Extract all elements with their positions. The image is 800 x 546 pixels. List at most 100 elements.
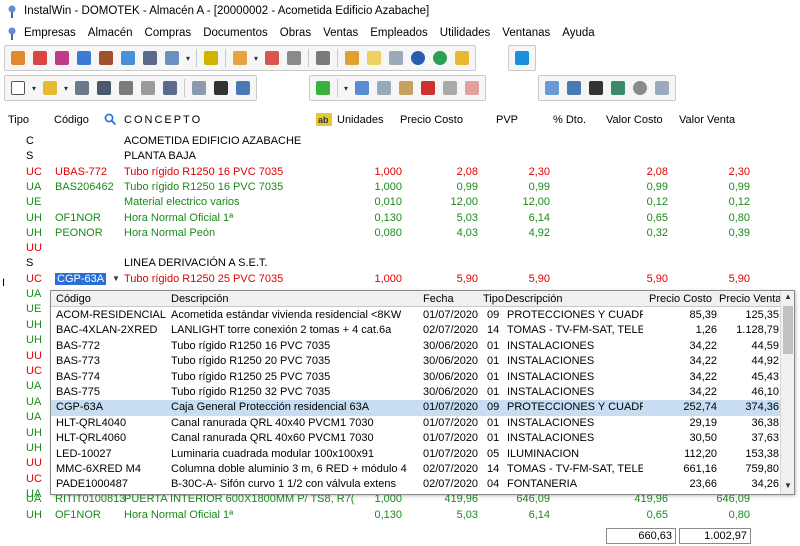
- cell-valor-venta[interactable]: 2,30: [690, 166, 750, 178]
- settings-button[interactable]: [630, 78, 650, 98]
- cell-valor-costo[interactable]: 5,90: [610, 273, 668, 285]
- preview-button[interactable]: [386, 48, 406, 68]
- grid-row[interactable]: UC CGP-63A Tubo rígido R1250 25 PVC 7035 1,…: [0, 272, 800, 287]
- cell-tipo[interactable]: UH: [26, 509, 42, 521]
- eraser-button[interactable]: [462, 78, 482, 98]
- code-dropdown-arrow-icon[interactable]: ▼: [112, 274, 120, 283]
- cell-concepto[interactable]: Hora Normal Oficial 1ª: [124, 509, 233, 521]
- cell-concepto[interactable]: Tubo rígido R1250 16 PVC 7035: [124, 166, 283, 178]
- undo-edit-button[interactable]: [440, 78, 460, 98]
- columns-button[interactable]: [586, 78, 606, 98]
- calendar-button[interactable]: [262, 48, 282, 68]
- toolbar-dropdown-arrow[interactable]: ▾: [251, 48, 261, 68]
- grid-row[interactable]: UA BAS206462 Tubo rígido R1250 16 PVC 7035…: [0, 180, 800, 195]
- lookup-header-tipo-descripcion[interactable]: Descripción: [505, 293, 562, 305]
- stock-button[interactable]: [96, 48, 116, 68]
- cell-tipo[interactable]: S: [26, 257, 33, 269]
- header-dto[interactable]: % Dto.: [553, 114, 586, 126]
- cell-valor-costo[interactable]: 0,12: [610, 196, 668, 208]
- cell-concepto[interactable]: Hora Normal Peón: [124, 227, 215, 239]
- header-concepto[interactable]: CONCEPTO: [124, 114, 202, 126]
- open-button[interactable]: [40, 78, 60, 98]
- cell-tipo[interactable]: UH: [26, 427, 42, 439]
- cell-tipo[interactable]: C: [26, 135, 34, 147]
- cell-precio-costo[interactable]: 5,03: [412, 212, 478, 224]
- cell-tipo[interactable]: UA: [26, 396, 41, 408]
- cut-button[interactable]: [352, 78, 372, 98]
- notes-button[interactable]: [364, 48, 384, 68]
- grid-row[interactable]: UU: [0, 241, 800, 256]
- cell-pvp[interactable]: 6,14: [494, 212, 550, 224]
- header-codigo[interactable]: Código: [54, 114, 89, 126]
- network-button[interactable]: [74, 48, 94, 68]
- grid-row[interactable]: UH OF1NOR Hora Normal Oficial 1ª 0,130 5,03 6…: [0, 508, 800, 523]
- cell-concepto[interactable]: ACOMETIDA EDIFICIO AZABACHE: [124, 135, 301, 147]
- grid-row[interactable]: UH OF1NOR Hora Normal Oficial 1ª 0,130 5,03 6…: [0, 211, 800, 226]
- grid-row[interactable]: UH PEONOR Hora Normal Peón 0,080 4,03 4,92 0,3…: [0, 226, 800, 241]
- cell-valor-costo[interactable]: 0,65: [610, 212, 668, 224]
- cell-tipo[interactable]: UC: [26, 365, 42, 377]
- cell-unidades[interactable]: 1,000: [338, 273, 402, 285]
- cell-pvp[interactable]: 4,92: [494, 227, 550, 239]
- form-button[interactable]: [160, 78, 180, 98]
- cell-tipo[interactable]: S: [26, 150, 33, 162]
- cell-concepto[interactable]: LINEA DERIVACIÓN A S.E.T.: [124, 257, 267, 269]
- cell-precio-costo[interactable]: 5,90: [412, 273, 478, 285]
- cell-unidades[interactable]: 0,080: [338, 227, 402, 239]
- app-menu-icon[interactable]: [6, 26, 18, 40]
- view-button[interactable]: [542, 78, 562, 98]
- lookup-header-tipo[interactable]: Tipo: [483, 293, 504, 305]
- cell-pvp[interactable]: 2,30: [494, 166, 550, 178]
- cell-precio-costo[interactable]: 0,99: [412, 181, 478, 193]
- lookup-item[interactable]: BAC-4XLAN-2XRED LANLIGHT torre conexión 2…: [51, 323, 781, 338]
- paste-button[interactable]: [396, 78, 416, 98]
- cell-tipo[interactable]: UU: [26, 457, 42, 469]
- menu-ayuda[interactable]: Ayuda: [562, 27, 594, 39]
- cell-valor-venta[interactable]: 0,80: [690, 212, 750, 224]
- lookup-item[interactable]: PADE1000487 B-30C-A- Sifón curvo 1 1/2 co…: [51, 477, 781, 492]
- cell-codigo[interactable]: CGP-63A: [55, 272, 107, 285]
- cell-valor-venta[interactable]: 0,80: [690, 509, 750, 521]
- cell-unidades[interactable]: 0,010: [338, 196, 402, 208]
- config-button[interactable]: [189, 78, 209, 98]
- save-button[interactable]: [94, 78, 114, 98]
- lookup-item[interactable]: MMC-6XRED M4 Columna doble aluminio 3 m, …: [51, 462, 781, 477]
- cell-concepto[interactable]: Material electrico varios: [124, 196, 240, 208]
- print-button[interactable]: [116, 78, 136, 98]
- cell-valor-venta[interactable]: 5,90: [690, 273, 750, 285]
- lookup-item[interactable]: HLT-QRL4060 Canal ranurada QRL 40x60 PVCM…: [51, 431, 781, 446]
- print-preview-button[interactable]: [138, 78, 158, 98]
- header-unidades[interactable]: Unidades: [337, 114, 383, 126]
- new-dropdown-arrow[interactable]: ▾: [29, 78, 39, 98]
- cell-precio-costo[interactable]: 2,08: [412, 166, 478, 178]
- undo-button[interactable]: [452, 48, 472, 68]
- scroll-up-icon[interactable]: ▲: [783, 292, 793, 304]
- cell-codigo[interactable]: PEONOR: [55, 227, 103, 239]
- text-format-icon[interactable]: ab: [316, 113, 332, 126]
- cell-valor-costo[interactable]: 2,08: [610, 166, 668, 178]
- cell-unidades[interactable]: 0,130: [338, 212, 402, 224]
- cell-unidades[interactable]: 0,130: [338, 509, 402, 521]
- cell-tipo[interactable]: UE: [26, 196, 41, 208]
- lookup-header-fecha[interactable]: Fecha: [423, 293, 454, 305]
- scroll-thumb[interactable]: [783, 306, 793, 354]
- cell-codigo[interactable]: OF1NOR: [55, 212, 101, 224]
- help-button[interactable]: [408, 48, 428, 68]
- grid-row[interactable]: S LINEA DERIVACIÓN A S.E.T.: [0, 256, 800, 271]
- cell-pvp[interactable]: 6,14: [494, 509, 550, 521]
- cell-valor-venta[interactable]: 0,39: [690, 227, 750, 239]
- cell-tipo[interactable]: UH: [26, 334, 42, 346]
- cell-concepto[interactable]: Tubo rígido R1250 16 PVC 7035: [124, 181, 283, 193]
- cell-codigo[interactable]: UBAS-772: [55, 166, 107, 178]
- menu-empresas[interactable]: Empresas: [24, 27, 76, 39]
- header-valor-venta[interactable]: Valor Venta: [679, 114, 735, 126]
- delete-button[interactable]: [418, 78, 438, 98]
- copy-button[interactable]: [374, 78, 394, 98]
- add-window-button[interactable]: [608, 78, 628, 98]
- cell-valor-venta[interactable]: 0,12: [690, 196, 750, 208]
- toolbar-dropdown-arrow[interactable]: ▾: [183, 48, 193, 68]
- cell-valor-venta[interactable]: 0,99: [690, 181, 750, 193]
- clients-button[interactable]: [8, 48, 28, 68]
- cell-tipo[interactable]: UU: [26, 350, 42, 362]
- header-tipo[interactable]: Tipo: [8, 114, 29, 126]
